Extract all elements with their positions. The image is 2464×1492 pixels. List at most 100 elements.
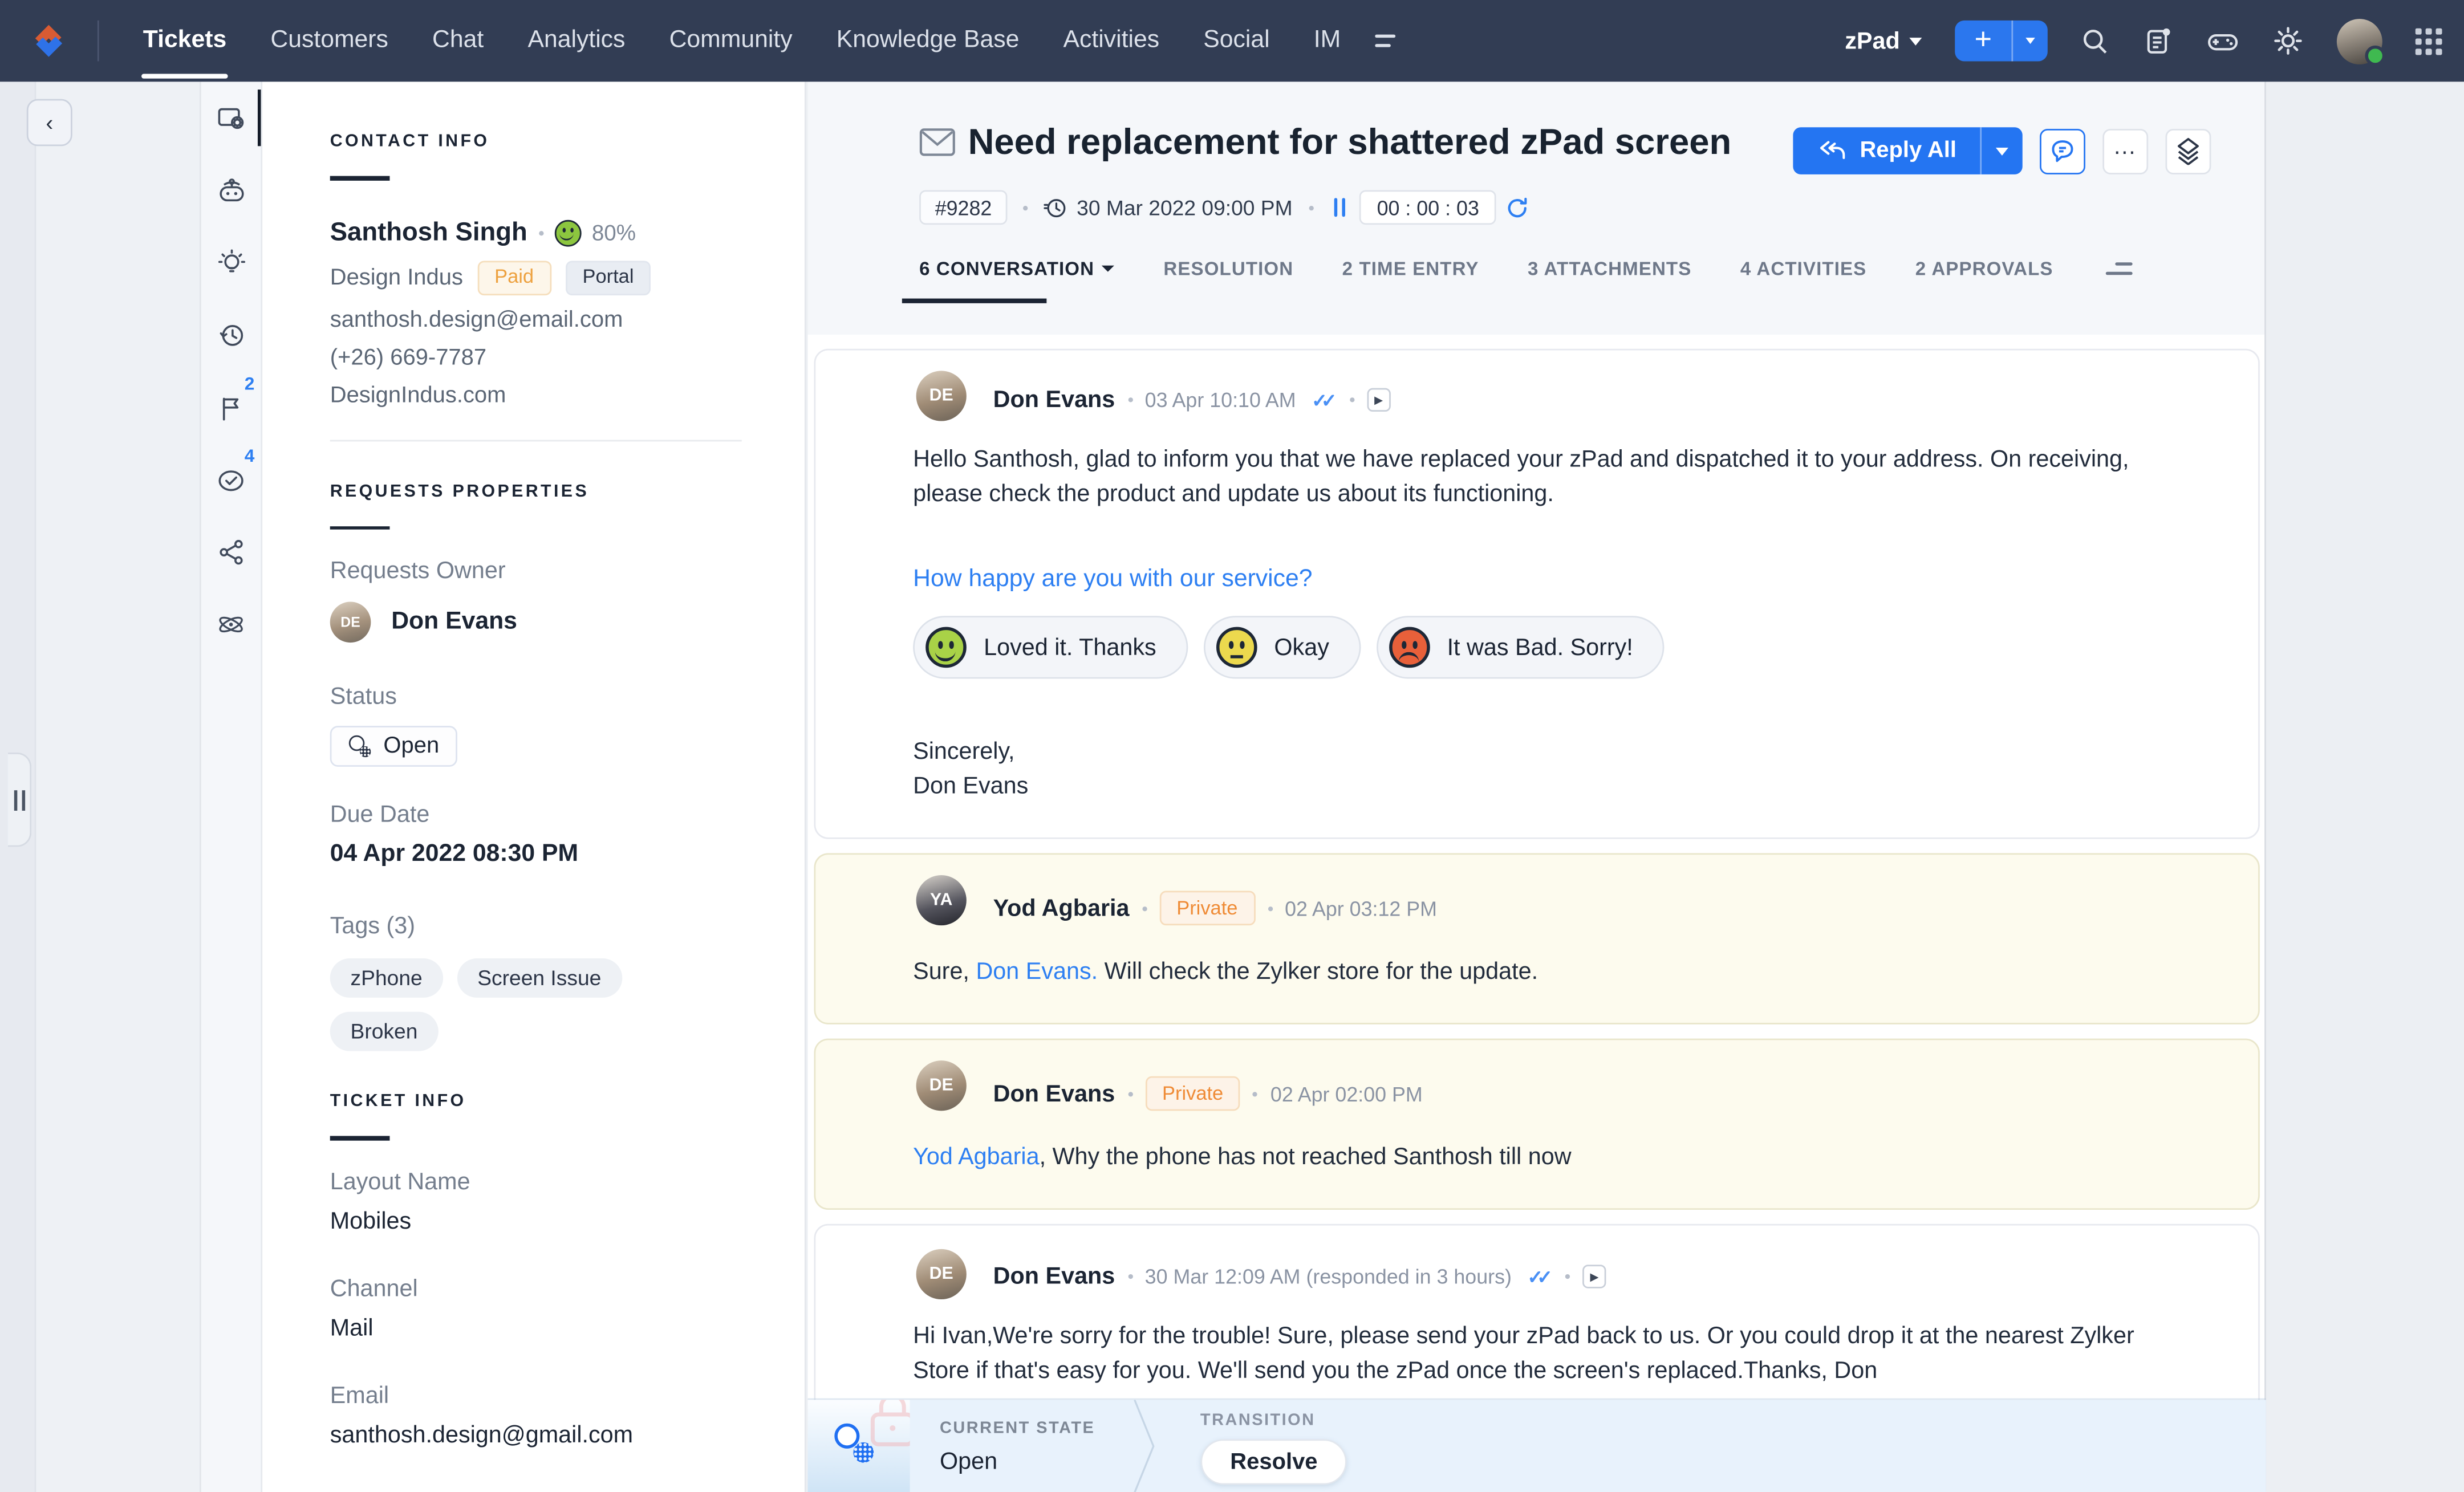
nav-divider [98, 21, 99, 62]
contact-email[interactable]: santhosh.design@email.com [330, 307, 742, 332]
panel-collapse-handle[interactable] [8, 753, 31, 847]
user-avatar[interactable] [2337, 18, 2382, 64]
gamescope-icon[interactable] [2206, 26, 2239, 55]
back-button[interactable]: ‹ [27, 99, 72, 147]
open-state-icon [834, 1424, 859, 1449]
tab-approvals[interactable]: 2 APPROVALS [1915, 258, 2053, 280]
dot-separator [1127, 1091, 1132, 1096]
pause-timer-button[interactable] [1329, 198, 1350, 217]
folder-gear-icon [216, 103, 246, 133]
avatar[interactable]: DE [916, 1249, 967, 1299]
rail-item-ticket-properties[interactable] [201, 82, 261, 154]
survey-option-okay[interactable]: Okay [1203, 616, 1361, 678]
chevron-down-icon [1909, 37, 1922, 45]
active-underline [141, 74, 228, 79]
tab-attachments[interactable]: 3 ATTACHMENTS [1528, 258, 1691, 280]
avatar[interactable]: YA [916, 875, 967, 925]
rail-item-integrations[interactable] [201, 588, 261, 660]
tag-pill[interactable]: zPhone [330, 958, 443, 998]
ticket-meta-row: #9282 30 Mar 2022 09:00 PM 00 : 00 : 03 [919, 190, 2211, 225]
rail-item-history[interactable] [201, 299, 261, 371]
survey-question-link[interactable]: How happy are you with our service? [913, 566, 2195, 594]
mention-link[interactable]: Yod Agbaria [913, 1144, 1039, 1170]
search-icon[interactable] [2081, 26, 2110, 55]
nav-item-community[interactable]: Community [647, 0, 814, 82]
rail-item-insights[interactable] [201, 226, 261, 299]
reply-all-button[interactable]: Reply All [1794, 127, 2023, 174]
nav-item-social[interactable]: Social [1182, 0, 1292, 82]
tag-pill[interactable]: Screen Issue [457, 958, 622, 998]
status-badge[interactable]: Open [330, 726, 458, 767]
avatar[interactable]: DE [916, 371, 967, 421]
ticket-email-value[interactable]: santhosh.design@gmail.com [330, 1421, 742, 1448]
tab-resolution[interactable]: RESOLUTION [1163, 258, 1293, 280]
owner-name[interactable]: Don Evans [391, 608, 517, 636]
due-date-value[interactable]: 04 Apr 2022 08:30 PM [330, 840, 742, 869]
rail-item-zia-bot[interactable] [201, 154, 261, 226]
tab-activities[interactable]: 4 ACTIVITIES [1740, 258, 1866, 280]
expand-message-icon[interactable]: ▶ [1582, 1265, 1606, 1288]
nav-item-analytics[interactable]: Analytics [506, 0, 647, 82]
channel-value[interactable]: Mail [330, 1314, 742, 1341]
transition-label: TRANSITION [1200, 1411, 1347, 1430]
more-menus-icon[interactable] [1375, 34, 1396, 48]
section-underline [330, 526, 390, 530]
resolve-button[interactable]: Resolve [1200, 1439, 1347, 1485]
message-card: DE Don Evans 03 Apr 10:10 AM ✓✓ ▶ Hello … [814, 349, 2260, 839]
message-author[interactable]: Yod Agbaria [993, 895, 1130, 921]
quick-add-button[interactable]: + [1955, 21, 2048, 62]
dot-separator [538, 230, 543, 235]
settings-gear-icon[interactable] [2272, 25, 2304, 56]
app-grid-icon[interactable] [2416, 27, 2442, 54]
message-author[interactable]: Don Evans [993, 1263, 1115, 1290]
split-ticket-button[interactable] [2165, 128, 2211, 174]
survey-option-bad[interactable]: It was Bad. Sorry! [1377, 616, 1665, 678]
reply-options-dropdown[interactable] [1980, 127, 2022, 174]
message-author[interactable]: Don Evans [993, 387, 1115, 413]
quick-add-dropdown[interactable] [2011, 21, 2047, 62]
feeds-icon[interactable] [2144, 26, 2173, 55]
avatar[interactable]: DE [916, 1060, 967, 1111]
time-tracker: 00 : 00 : 03 [1329, 190, 1529, 225]
tag-pill[interactable]: Broken [330, 1012, 439, 1051]
happiness-score: 80% [592, 220, 636, 245]
nav-item-chat[interactable]: Chat [410, 0, 505, 82]
plus-icon[interactable]: + [1955, 21, 2011, 62]
more-actions-button[interactable]: … [2102, 128, 2148, 174]
layers-icon [2175, 137, 2202, 165]
message-time: 02 Apr 02:00 PM [1270, 1082, 1423, 1105]
department-selector[interactable]: zPad [1845, 27, 1922, 54]
message-author[interactable]: Don Evans [993, 1080, 1115, 1107]
zoho-desk-logo[interactable] [25, 17, 72, 64]
message-body: Hi Ivan,We're sorry for the trouble! Sur… [913, 1320, 2192, 1389]
nav-item-knowledge-base[interactable]: Knowledge Base [814, 0, 1041, 82]
nav-item-im[interactable]: IM [1292, 0, 1363, 82]
ticket-id-chip[interactable]: #9282 [919, 190, 1008, 225]
private-badge: Private [1159, 891, 1255, 926]
mention-link[interactable]: Don Evans. [976, 958, 1098, 985]
rail-item-approvals[interactable]: 4 [201, 443, 261, 515]
contact-name[interactable]: Santhosh Singh [330, 218, 527, 247]
owner-avatar[interactable]: DE [330, 601, 371, 643]
contact-website[interactable]: DesignIndus.com [330, 383, 742, 408]
nav-item-tickets[interactable]: Tickets [121, 0, 249, 82]
survey-option-happy[interactable]: Loved it. Thanks [913, 616, 1188, 678]
app-window: Tickets Customers Chat Analytics Communi… [0, 0, 2464, 1492]
contact-phone[interactable]: (+26) 669-7787 [330, 345, 742, 370]
nav-item-customers[interactable]: Customers [249, 0, 411, 82]
happy-smiley-icon [925, 627, 967, 668]
tab-time-entry[interactable]: 2 TIME ENTRY [1342, 258, 1479, 280]
header-actions: Reply All … [1794, 127, 2211, 174]
open-state-icon-dotted [853, 1442, 874, 1463]
contact-company[interactable]: Design Indus [330, 265, 463, 290]
rail-item-share[interactable] [201, 515, 261, 588]
rail-item-follow-flag[interactable]: 2 [201, 371, 261, 443]
nav-item-activities[interactable]: Activities [1041, 0, 1182, 82]
reset-timer-icon[interactable] [1506, 196, 1529, 219]
expand-message-icon[interactable]: ▶ [1367, 388, 1390, 412]
dot-separator [1308, 205, 1313, 210]
comment-button[interactable] [2040, 128, 2085, 174]
layout-name-value[interactable]: Mobiles [330, 1208, 742, 1234]
tab-conversation[interactable]: 6 CONVERSATION [919, 258, 1115, 280]
more-tabs-icon[interactable] [2105, 262, 2132, 275]
